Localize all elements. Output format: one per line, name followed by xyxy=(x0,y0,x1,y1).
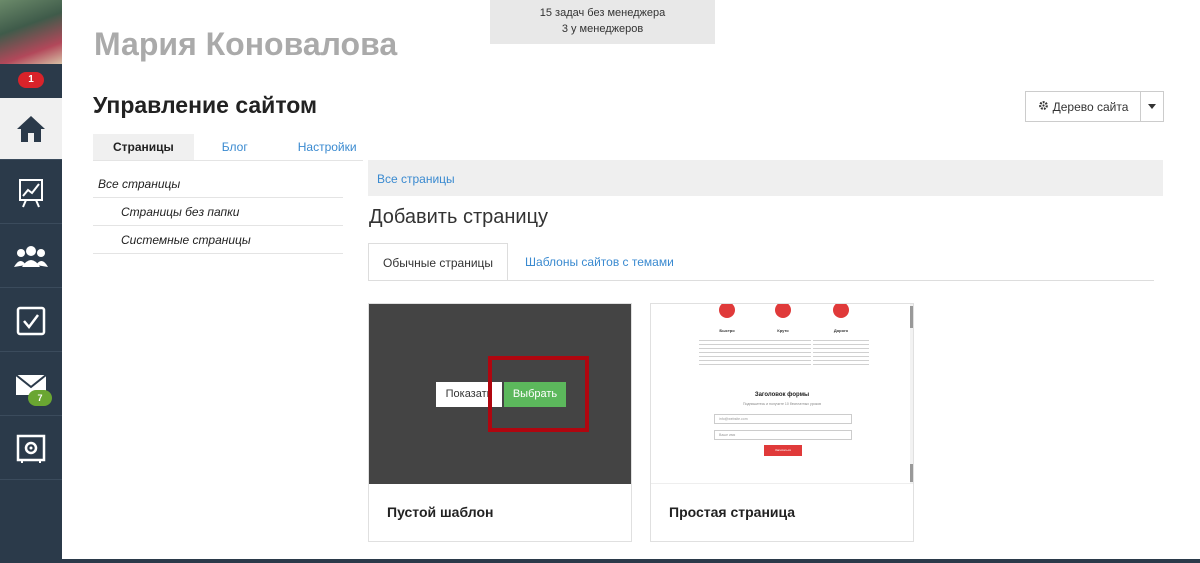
gear-icon xyxy=(1038,100,1049,114)
bottom-border xyxy=(62,559,1200,563)
tab-blog[interactable]: Блог xyxy=(194,134,276,160)
tab-regular-pages[interactable]: Обычные страницы xyxy=(368,243,509,281)
page-title: Управление сайтом xyxy=(93,92,318,118)
feature-text xyxy=(699,340,755,366)
notification-badge[interactable]: 1 xyxy=(18,72,44,88)
tab-site-templates[interactable]: Шаблоны сайтов с темами xyxy=(508,243,688,281)
sidebar-item-tasks[interactable] xyxy=(0,290,62,352)
folder-list: Все страницы Страницы без папки Системны… xyxy=(93,170,343,254)
submit-button: Записаться xyxy=(764,445,802,456)
user-name: Мария Коновалова xyxy=(94,26,398,62)
users-group-icon xyxy=(14,245,48,267)
feature-icon xyxy=(833,304,849,318)
feature-icon xyxy=(719,304,735,318)
sidebar-item-home[interactable] xyxy=(0,98,62,160)
feature-title: Круто xyxy=(777,328,789,333)
chart-board-icon xyxy=(19,178,43,207)
tab-pages[interactable]: Страницы xyxy=(93,134,194,160)
mail-badge: 7 xyxy=(28,390,52,406)
main-tabs: Страницы Блог Настройки xyxy=(93,134,363,160)
breadcrumb-all-pages-link[interactable]: Все страницы xyxy=(377,172,455,186)
checkbox-icon xyxy=(16,306,46,335)
sidebar-item-analytics[interactable] xyxy=(0,162,62,224)
feature-text xyxy=(813,340,869,366)
folder-system-pages[interactable]: Системные страницы xyxy=(93,226,343,254)
template-caption: Простая страница xyxy=(669,504,796,520)
thumbnail-scrollbar xyxy=(910,304,913,483)
sub-tabs-divider xyxy=(368,280,1154,281)
scrollbar-thumb xyxy=(910,306,913,328)
site-tree-dropdown-toggle[interactable] xyxy=(1140,91,1164,122)
name-field: Ваше имя xyxy=(714,430,852,440)
breadcrumb: Все страницы xyxy=(368,160,1163,196)
site-tree-label: Дерево сайта xyxy=(1052,99,1129,114)
template-card-empty[interactable]: Показать Выбрать Пустой шаблон xyxy=(368,303,632,542)
email-field: info@website.com xyxy=(714,414,852,424)
avatar[interactable] xyxy=(0,0,62,64)
feature-title: Быстро xyxy=(719,328,735,333)
page-type-tabs: Обычные страницы Шаблоны сайтов с темами xyxy=(368,243,688,281)
notice-line-2: 3 у менеджеров xyxy=(561,23,644,35)
site-tree-button[interactable]: Дерево сайта xyxy=(1025,91,1141,122)
task-notice[interactable]: 15 задач без менеджера 3 у менеджеров xyxy=(490,0,715,44)
sidebar-item-mail[interactable] xyxy=(0,354,62,416)
home-icon xyxy=(17,115,45,142)
feature-icon xyxy=(775,304,791,318)
caret-down-icon xyxy=(1148,104,1156,109)
section-title: Добавить страницу xyxy=(369,206,549,228)
form-title: Заголовок формы xyxy=(754,392,810,398)
left-sidebar: 1 7 xyxy=(0,0,62,563)
folder-all-pages[interactable]: Все страницы xyxy=(93,170,343,198)
scrollbar-thumb xyxy=(910,464,913,482)
highlight-frame xyxy=(488,356,589,432)
notice-line-1: 15 задач без менеджера xyxy=(539,7,666,19)
form-subtitle: Подпишитесь и получите 10 бесплатных уро… xyxy=(743,402,821,406)
folder-no-folder[interactable]: Страницы без папки xyxy=(93,198,343,226)
sidebar-item-safe[interactable] xyxy=(0,418,62,480)
template-card-simple[interactable]: Быстро Круто Дорого Заголовок формы Подп… xyxy=(650,303,914,542)
sidebar-item-clients[interactable] xyxy=(0,226,62,288)
tab-settings[interactable]: Настройки xyxy=(276,134,363,160)
template-thumbnail-empty: Показать Выбрать xyxy=(369,304,631,484)
feature-text xyxy=(755,340,811,366)
template-thumbnail-simple: Быстро Круто Дорого Заголовок формы Подп… xyxy=(651,304,913,484)
tabs-divider xyxy=(93,160,363,161)
safe-icon xyxy=(16,434,46,463)
template-caption: Пустой шаблон xyxy=(387,504,494,520)
feature-title: Дорого xyxy=(833,328,849,333)
